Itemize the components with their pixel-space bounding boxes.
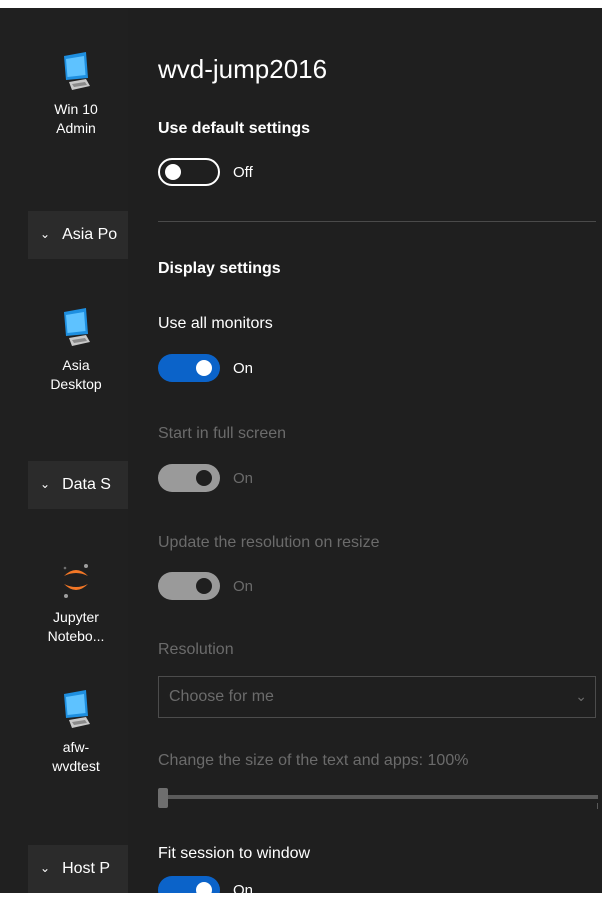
chevron-down-icon: ⌄ bbox=[40, 227, 51, 241]
app-label-line2: wvdtest bbox=[52, 758, 100, 774]
group-host-pool[interactable]: ⌄ Host P bbox=[28, 845, 128, 893]
display-settings-heading: Display settings bbox=[158, 260, 281, 277]
full-screen-label: Start in full screen bbox=[158, 425, 287, 442]
group-data-science[interactable]: ⌄ Data S bbox=[28, 461, 128, 509]
toggle-state: On bbox=[233, 469, 254, 487]
app-label-line1: Win 10 bbox=[54, 101, 98, 117]
full-screen-toggle: On bbox=[158, 464, 253, 492]
toggle-track bbox=[158, 464, 220, 492]
use-all-monitors-label: Use all monitors bbox=[158, 315, 273, 332]
group-label: Data S bbox=[62, 476, 111, 493]
app-afw-wvdtest[interactable]: afw- wvdtest bbox=[28, 688, 124, 776]
toggle-knob bbox=[196, 578, 212, 594]
update-resolution-label: Update the resolution on resize bbox=[158, 534, 380, 551]
chevron-down-icon: ⌄ bbox=[40, 477, 51, 491]
monitor-icon bbox=[64, 308, 90, 346]
toggle-track bbox=[158, 572, 220, 600]
app-win10-admin[interactable]: Win 10 Admin bbox=[28, 50, 124, 138]
toggle-knob bbox=[196, 470, 212, 486]
resolution-select-value: Choose for me bbox=[169, 688, 274, 705]
use-all-monitors-toggle[interactable]: On bbox=[158, 354, 253, 382]
app-label-line1: Jupyter bbox=[53, 609, 99, 625]
group-label: Host P bbox=[62, 860, 111, 877]
group-asia[interactable]: ⌄ Asia Po bbox=[28, 211, 128, 259]
text-size-label: Change the size of the text and apps: 10… bbox=[158, 752, 469, 769]
app-list: Win 10 Admin ⌄ Asia Po Asia Desktop ⌄ Da… bbox=[0, 8, 128, 893]
app-label-line2: Admin bbox=[56, 120, 96, 136]
slider-thumb bbox=[158, 788, 168, 808]
chevron-down-icon: ⌄ bbox=[575, 688, 587, 704]
text-size-slider bbox=[158, 788, 598, 812]
resolution-label: Resolution bbox=[158, 641, 234, 658]
settings-panel: wvd-jump2016 Use default settings Off Di… bbox=[128, 8, 602, 893]
fit-session-label: Fit session to window bbox=[158, 845, 311, 862]
toggle-knob bbox=[196, 360, 212, 376]
default-settings-toggle[interactable]: Off bbox=[158, 158, 253, 186]
fit-session-toggle[interactable]: On bbox=[158, 876, 253, 893]
app-jupyter-notebook[interactable]: Jupyter Notebo... bbox=[28, 558, 124, 646]
toggle-knob bbox=[196, 882, 212, 893]
monitor-icon bbox=[64, 690, 90, 728]
app-label-line1: afw- bbox=[62, 739, 90, 755]
toggle-state: On bbox=[233, 577, 254, 595]
app-label-line1: Asia bbox=[62, 357, 90, 373]
jupyter-icon bbox=[63, 564, 88, 598]
resolution-select: Choose for me ⌄ bbox=[158, 676, 596, 718]
divider bbox=[158, 221, 596, 222]
monitor-icon bbox=[64, 52, 90, 90]
slider-rail bbox=[158, 795, 598, 799]
update-resolution-toggle: On bbox=[158, 572, 253, 600]
toggle-track[interactable] bbox=[158, 158, 220, 186]
slider-tick bbox=[597, 803, 598, 809]
default-settings-heading: Use default settings bbox=[158, 120, 311, 137]
panel-title: wvd-jump2016 bbox=[158, 54, 328, 84]
toggle-state: On bbox=[233, 881, 254, 894]
app-asia-desktop[interactable]: Asia Desktop bbox=[28, 306, 124, 394]
toggle-track[interactable] bbox=[158, 876, 220, 893]
group-label: Asia Po bbox=[62, 226, 118, 243]
toggle-track[interactable] bbox=[158, 354, 220, 382]
app-label-line2: Desktop bbox=[50, 376, 102, 392]
toggle-knob bbox=[165, 164, 181, 180]
toggle-state: Off bbox=[233, 163, 253, 181]
toggle-state: On bbox=[233, 359, 254, 377]
chevron-down-icon: ⌄ bbox=[40, 861, 51, 875]
app-label-line2: Notebo... bbox=[47, 628, 105, 644]
